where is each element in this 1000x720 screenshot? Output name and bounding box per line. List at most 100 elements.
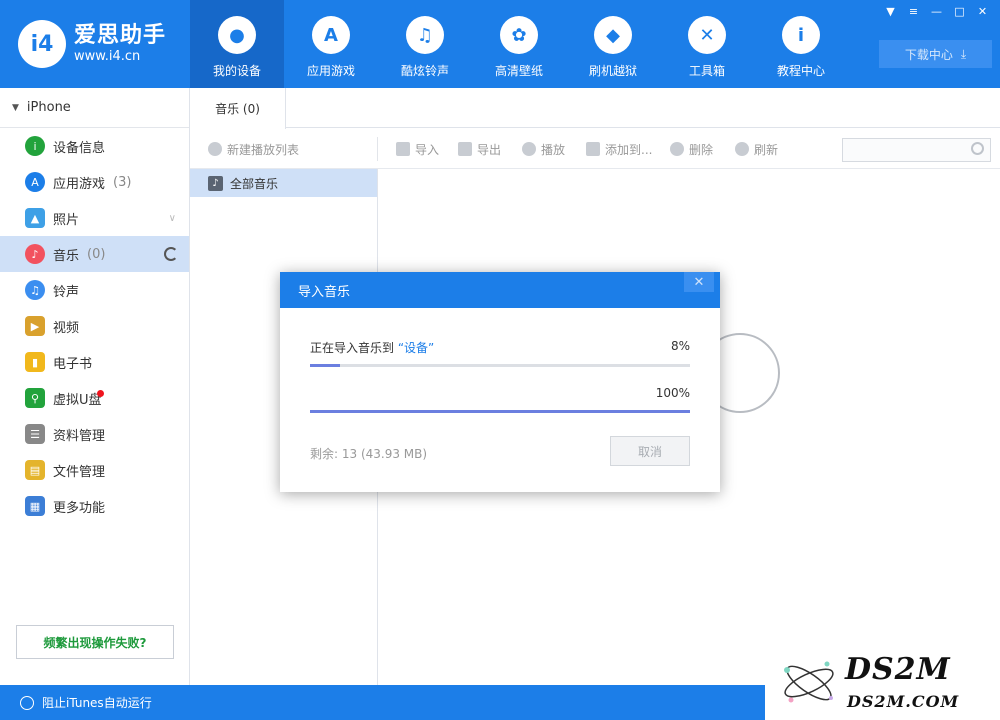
export-button[interactable]: 导出	[458, 129, 501, 169]
nav-tutorials[interactable]: i 教程中心	[754, 0, 848, 88]
minimize-icon[interactable]: —	[925, 3, 948, 19]
nav-label: 教程中心	[776, 64, 825, 78]
sidebar-item-ringtones[interactable]: ♫ 铃声	[0, 272, 189, 308]
import-music-dialog: 导入音乐 ✕ 正在导入音乐到 “设备” 8% 100% 剩余: 13 (43.9…	[280, 272, 720, 492]
nav-ringtones[interactable]: ♫ 酷炫铃声	[378, 0, 472, 88]
nav-apps-games[interactable]: A 应用游戏	[284, 0, 378, 88]
sidebar-item-label: 应用游戏	[53, 176, 106, 192]
nav-toolbox[interactable]: ✕ 工具箱	[660, 0, 754, 88]
sidebar-item-data-management[interactable]: ☰ 资料管理	[0, 416, 189, 452]
usb-icon: ⚲	[25, 388, 45, 408]
download-center-button[interactable]: 下载中心 ⤓	[879, 40, 992, 68]
play-button[interactable]: 播放	[522, 129, 565, 169]
sidebar-item-music[interactable]: ♪ 音乐 (0)	[0, 236, 189, 272]
tab-music[interactable]: 音乐 (0)	[190, 88, 286, 129]
nav-wallpapers[interactable]: ✿ 高清壁纸	[472, 0, 566, 88]
device-selector[interactable]: ▼ iPhone	[0, 88, 189, 128]
playlist-item-label: 全部音乐	[230, 176, 279, 191]
notification-dot	[97, 390, 104, 397]
dialog-title: 导入音乐	[298, 284, 351, 300]
cancel-button[interactable]: 取消	[610, 436, 690, 466]
atom-logo-icon	[784, 661, 834, 703]
search-input[interactable]	[842, 138, 991, 162]
import-status-text: 正在导入音乐到	[310, 341, 395, 355]
bell-icon: ♫	[406, 16, 444, 54]
sidebar-item-label: 资料管理	[53, 428, 106, 444]
triangle-down-icon: ▼	[12, 102, 19, 113]
export-label: 导出	[477, 142, 502, 157]
add-to-button[interactable]: 添加到...	[586, 129, 652, 169]
sidebar-item-label: 设备信息	[53, 140, 106, 156]
nav-label: 我的设备	[212, 64, 261, 78]
close-icon[interactable]: ✕	[971, 3, 994, 19]
close-icon[interactable]: ✕	[684, 272, 714, 292]
play-icon	[522, 142, 536, 156]
current-progress-fill	[310, 364, 341, 367]
dialog-header: 导入音乐 ✕	[280, 272, 720, 308]
toolbar-divider	[377, 137, 378, 161]
sidebar-item-count: (0)	[87, 246, 106, 262]
itunes-toggle[interactable]: 阻止iTunes自动运行	[0, 685, 190, 720]
loading-spinner-icon	[164, 247, 178, 261]
app-header: i4 爱思助手 www.i4.cn ● 我的设备 A 应用游戏 ♫ 酷炫铃声 ✿…	[0, 0, 1000, 88]
add-list-icon	[586, 142, 600, 156]
tools-icon: ✕	[688, 16, 726, 54]
total-progress-label: 100%	[655, 386, 690, 400]
current-progress-bar	[310, 364, 690, 367]
sidebar-item-ebooks[interactable]: ▮ 电子书	[0, 344, 189, 380]
add-to-label: 添加到...	[605, 142, 653, 157]
music-icon: ♪	[25, 244, 45, 264]
nav-flash-jailbreak[interactable]: ◆ 刷机越狱	[566, 0, 660, 88]
app-url: www.i4.cn	[74, 49, 141, 64]
nav-my-device[interactable]: ● 我的设备	[190, 0, 284, 88]
remaining-count: 剩余: 13 (43.93 MB)	[310, 447, 428, 461]
sidebar-item-label: 电子书	[53, 356, 93, 372]
file-icon: ▤	[25, 460, 45, 480]
skin-icon[interactable]: ▼	[879, 3, 902, 19]
sidebar-item-apps[interactable]: A 应用游戏 (3)	[0, 164, 189, 200]
import-target: “设备”	[397, 341, 435, 355]
grid-icon: ▦	[25, 496, 45, 516]
export-icon	[458, 142, 472, 156]
new-playlist-label: 新建播放列表	[227, 142, 300, 157]
sidebar-item-file-management[interactable]: ▤ 文件管理	[0, 452, 189, 488]
radio-icon	[20, 695, 34, 710]
photo-icon: ▲	[25, 208, 45, 228]
apple-icon: ●	[218, 16, 256, 54]
sidebar-item-photos[interactable]: ▲ 照片 ∨	[0, 200, 189, 236]
watermark-text: DS2M	[845, 652, 951, 687]
chevron-down-icon[interactable]: ∨	[169, 213, 176, 224]
info-icon: i	[782, 16, 820, 54]
music-note-icon: ♪	[208, 175, 223, 191]
operation-failed-help-button[interactable]: 频繁出现操作失败?	[16, 625, 174, 659]
flower-icon: ✿	[500, 16, 538, 54]
sidebar-item-virtual-usb[interactable]: ⚲ 虚拟U盘	[0, 380, 189, 416]
current-progress-label: 8%	[670, 339, 690, 353]
sidebar-item-videos[interactable]: ▶ 视频	[0, 308, 189, 344]
bell-icon: ♫	[25, 280, 45, 300]
import-button[interactable]: 导入	[396, 129, 439, 169]
sidebar-item-label: 照片	[53, 212, 80, 228]
itunes-toggle-label: 阻止iTunes自动运行	[42, 696, 152, 710]
sidebar-item-label: 铃声	[53, 284, 80, 300]
sidebar-item-label: 音乐	[53, 248, 80, 264]
sidebar-item-label: 文件管理	[53, 464, 106, 480]
delete-button[interactable]: 删除	[670, 129, 713, 169]
window-controls: ▼ ≡ — □ ✕	[879, 3, 994, 19]
import-status: 正在导入音乐到 “设备”	[310, 339, 434, 356]
sidebar-item-more[interactable]: ▦ 更多功能	[0, 488, 189, 524]
nav-label: 刷机越狱	[588, 64, 637, 78]
sidebar-item-device-info[interactable]: i 设备信息	[0, 128, 189, 164]
new-playlist-button[interactable]: 新建播放列表	[208, 129, 299, 169]
refresh-button[interactable]: 刷新	[735, 129, 778, 169]
total-progress-bar	[310, 410, 690, 413]
app-store-icon: A	[25, 172, 45, 192]
info-icon: i	[25, 136, 45, 156]
search-icon[interactable]	[971, 142, 984, 155]
playlist-item-all-music[interactable]: ♪ 全部音乐	[190, 169, 377, 197]
film-icon: ▶	[25, 316, 45, 336]
watermark: DS2M DS2M.COM	[765, 648, 1000, 720]
maximize-icon[interactable]: □	[948, 3, 971, 19]
menu-icon[interactable]: ≡	[902, 3, 925, 19]
toolbar: 新建播放列表 导入 导出 播放 添加到... 删除 刷新	[190, 129, 1000, 169]
